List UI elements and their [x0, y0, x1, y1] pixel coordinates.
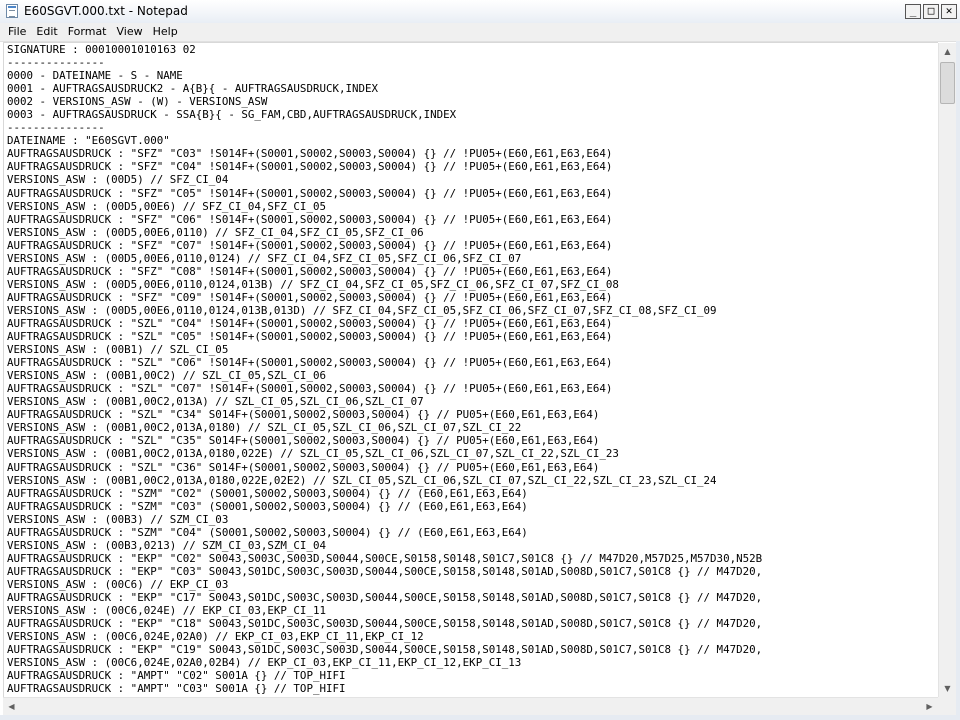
text-line: AUFTRAGSAUSDRUCK : "SFZ" "C09" !S014F+(S…	[7, 290, 613, 304]
text-line: ---------------	[7, 121, 105, 135]
horizontal-scrollbar[interactable]: ◀ ▶	[3, 697, 938, 716]
text-line: AUFTRAGSAUSDRUCK : "SFZ" "C06" !S014F+(S…	[7, 212, 613, 226]
text-line: VERSIONS_ASW : (00B3,0213) // SZM_CI_03,…	[7, 538, 326, 552]
text-line: VERSIONS_ASW : (00D5,00E6,0110,0124,013B…	[7, 277, 619, 291]
caption-buttons: _ □ ✕	[905, 4, 957, 20]
text-line: AUFTRAGSAUSDRUCK : "EKP" "C17" S0043,S01…	[7, 590, 763, 604]
text-line: AUFTRAGSAUSDRUCK : "SFZ" "C08" !S014F+(S…	[7, 264, 613, 278]
maximize-button[interactable]: □	[923, 4, 939, 19]
text-line: VERSIONS_ASW : (00B1,00C2,013A) // SZL_C…	[7, 395, 424, 409]
text-line: AUFTRAGSAUSDRUCK : "SZL" "C36" S014F+(S0…	[7, 460, 600, 474]
text-line: AUFTRAGSAUSDRUCK : "SZL" "C34" S014F+(S0…	[7, 408, 600, 422]
text-line: AUFTRAGSAUSDRUCK : "EKP" "C02" S0043,S00…	[7, 551, 763, 565]
text-line: VERSIONS_ASW : (00C6,024E,02A0,02B4) // …	[7, 656, 522, 670]
text-line: VERSIONS_ASW : (00B1,00C2,013A,0180,022E…	[7, 447, 619, 461]
text-line: AUFTRAGSAUSDRUCK : "SZL" "C04" !S014F+(S…	[7, 316, 613, 330]
text-line: 0002 - VERSIONS_ASW - (W) - VERSIONS_ASW	[7, 95, 268, 109]
size-grip[interactable]	[938, 697, 956, 715]
text-line: VERSIONS_ASW : (00C6,024E) // EKP_CI_03,…	[7, 604, 326, 618]
menu-help[interactable]: Help	[148, 23, 183, 41]
menu-file[interactable]: File	[0, 23, 31, 41]
text-line: VERSIONS_ASW : (00B1,00C2,013A,0180,022E…	[7, 473, 717, 487]
text-line: AUFTRAGSAUSDRUCK : "EKP" "C18" S0043,S01…	[7, 617, 763, 631]
text-line: VERSIONS_ASW : (00D5) // SFZ_CI_04	[7, 173, 229, 187]
menu-bar: File Edit Format View Help	[0, 23, 960, 42]
text-line: AUFTRAGSAUSDRUCK : "EKP" "C03" S0043,S01…	[7, 564, 763, 578]
text-line: AUFTRAGSAUSDRUCK : "EKP" "C19" S0043,S01…	[7, 643, 763, 657]
text-line: 0001 - AUFTRAGSAUSDRUCK2 - A{B}{ - AUFTR…	[7, 82, 379, 96]
text-line: AUFTRAGSAUSDRUCK : "SZL" "C07" !S014F+(S…	[7, 382, 613, 396]
text-line: SIGNATURE : 00010001010163 02	[7, 43, 196, 56]
text-line: AUFTRAGSAUSDRUCK : "AMPT" "C03" S001A {}…	[7, 682, 346, 696]
text-line: VERSIONS_ASW : (00C6,024E,02A0) // EKP_C…	[7, 630, 424, 644]
text-line: AUFTRAGSAUSDRUCK : "SZM" "C04" (S0001,S0…	[7, 525, 528, 539]
notepad-icon[interactable]	[6, 4, 18, 18]
text-line: VERSIONS_ASW : (00D5,00E6,0110,0124,013B…	[7, 303, 717, 317]
text-line: AUFTRAGSAUSDRUCK : "SZM" "C02" (S0001,S0…	[7, 486, 528, 500]
text-line: AUFTRAGSAUSDRUCK : "SZL" "C06" !S014F+(S…	[7, 356, 613, 370]
text-line: VERSIONS_ASW : (00B1,00C2) // SZL_CI_05,…	[7, 369, 326, 383]
text-line: ---------------	[7, 56, 105, 70]
text-editor[interactable]: SIGNATURE : 00010001010163 02 ----------…	[3, 42, 938, 698]
text-line: 0003 - AUFTRAGSAUSDRUCK - SSA{B}{ - SG_F…	[7, 108, 457, 122]
text-line: VERSIONS_ASW : (00D5,00E6,0110,0124) // …	[7, 251, 522, 265]
vertical-scroll-thumb[interactable]	[940, 62, 955, 104]
title-bar[interactable]: E60SGVT.000.txt - Notepad _ □ ✕	[0, 0, 960, 24]
vertical-scrollbar[interactable]: ▲ ▼	[938, 43, 957, 697]
text-line: VERSIONS_ASW : (00C6) // EKP_CI_03	[7, 577, 229, 591]
close-button[interactable]: ✕	[941, 4, 957, 19]
text-line: AUFTRAGSAUSDRUCK : "SZL" "C05" !S014F+(S…	[7, 330, 613, 344]
scroll-right-arrow-icon[interactable]: ▶	[921, 698, 938, 715]
window-border-right	[956, 41, 960, 720]
scroll-down-arrow-icon[interactable]: ▼	[939, 680, 956, 697]
text-line: VERSIONS_ASW : (00B1) // SZL_CI_05	[7, 343, 229, 357]
text-line: VERSIONS_ASW : (00D5,00E6) // SFZ_CI_04,…	[7, 199, 326, 213]
minimize-button[interactable]: _	[905, 4, 921, 19]
text-line: 0000 - DATEINAME - S - NAME	[7, 69, 183, 83]
notepad-window: E60SGVT.000.txt - Notepad _ □ ✕ File Edi…	[0, 0, 960, 720]
text-line: VERSIONS_ASW : (00B1,00C2,013A,0180) // …	[7, 421, 522, 435]
window-border-bottom	[0, 715, 960, 720]
text-line: VERSIONS_ASW : (00D5,00E6,0110) // SFZ_C…	[7, 225, 424, 239]
text-line: AUFTRAGSAUSDRUCK : "SZM" "C03" (S0001,S0…	[7, 499, 528, 513]
menu-view[interactable]: View	[112, 23, 148, 41]
text-line: VERSIONS_ASW : (00B3) // SZM_CI_03	[7, 512, 229, 526]
text-content[interactable]: SIGNATURE : 00010001010163 02 ----------…	[4, 43, 938, 695]
text-line: AUFTRAGSAUSDRUCK : "SFZ" "C03" !S014F+(S…	[7, 147, 613, 161]
menu-edit[interactable]: Edit	[31, 23, 62, 41]
window-title: E60SGVT.000.txt - Notepad	[24, 4, 188, 18]
text-line: AUFTRAGSAUSDRUCK : "AMPT" "C02" S001A {}…	[7, 669, 346, 683]
text-line: AUFTRAGSAUSDRUCK : "SFZ" "C04" !S014F+(S…	[7, 160, 613, 174]
text-line: AUFTRAGSAUSDRUCK : "SFZ" "C07" !S014F+(S…	[7, 238, 613, 252]
scroll-left-arrow-icon[interactable]: ◀	[3, 698, 20, 715]
text-line: AUFTRAGSAUSDRUCK : "SZL" "C35" S014F+(S0…	[7, 434, 600, 448]
text-line: AUFTRAGSAUSDRUCK : "SFZ" "C05" !S014F+(S…	[7, 186, 613, 200]
scroll-up-arrow-icon[interactable]: ▲	[939, 43, 956, 60]
text-line: DATEINAME : "E60SGVT.000"	[7, 134, 170, 148]
menu-format[interactable]: Format	[63, 23, 112, 41]
